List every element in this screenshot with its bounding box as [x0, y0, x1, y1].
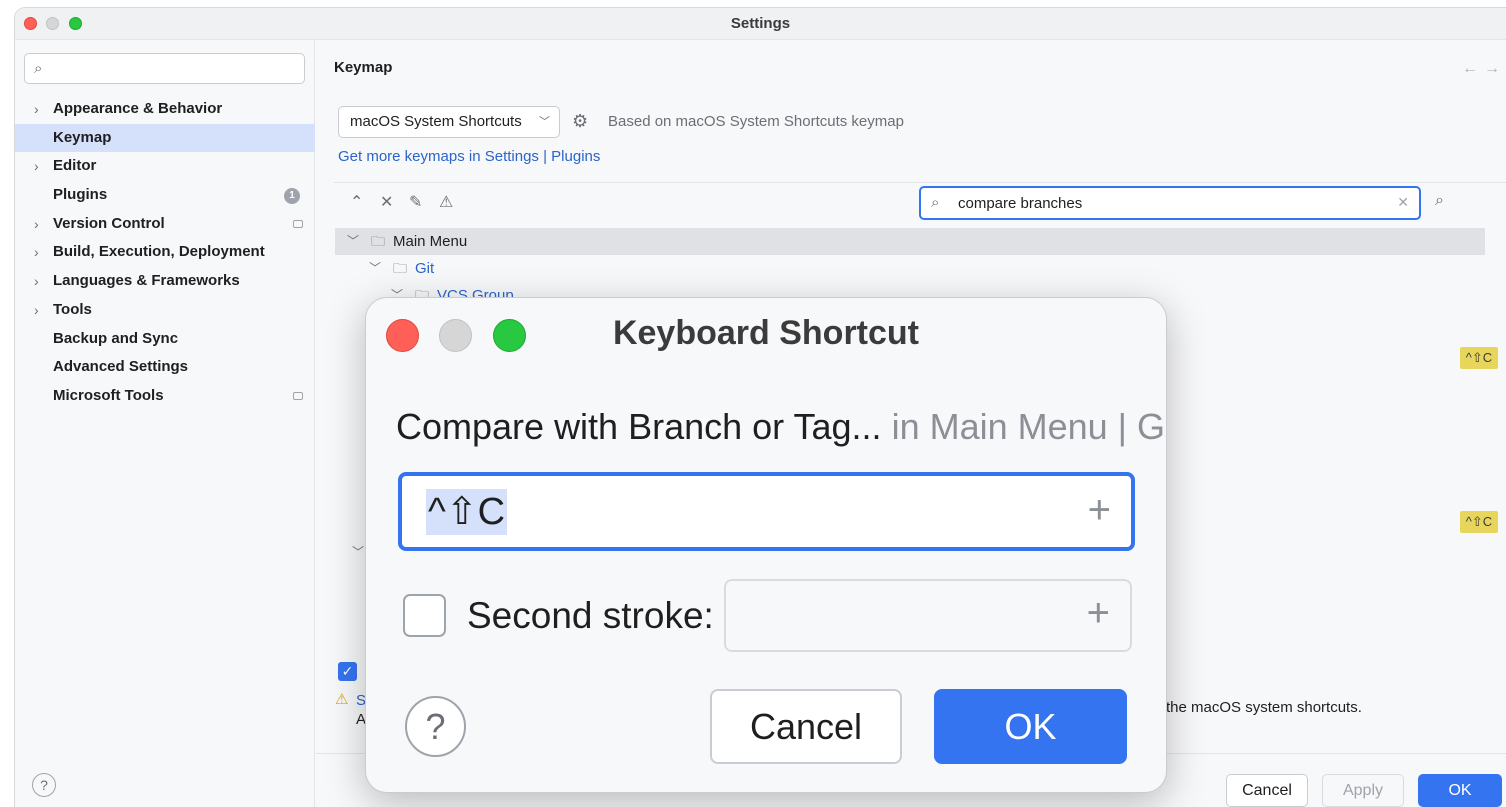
sidebar-item-microsoft-tools[interactable]: Microsoft Tools: [15, 382, 315, 411]
chevron-down-icon[interactable]: ﹀: [369, 255, 381, 282]
second-stroke-checkbox[interactable]: [403, 594, 446, 637]
divider: [334, 182, 1506, 183]
folder-icon: 🗀: [393, 260, 407, 276]
keymap-filter-input[interactable]: ⌕ compare branches ✕: [919, 186, 1421, 220]
second-stroke-label: Second stroke:: [467, 595, 714, 636]
sidebar-item-appearance[interactable]: › Appearance & Behavior: [15, 95, 315, 124]
warning-icon: ⚠: [335, 691, 349, 708]
collapse-all-icon[interactable]: ✕: [380, 192, 393, 212]
sidebar-item-label: Microsoft Tools: [53, 386, 164, 404]
sidebar-item-label: Appearance & Behavior: [53, 100, 223, 117]
chevron-right-icon[interactable]: ›: [34, 296, 39, 325]
filter-value: compare branches: [958, 195, 1083, 212]
sidebar-item-advanced[interactable]: Advanced Settings: [15, 353, 315, 382]
warning-filter-icon[interactable]: ⚠: [439, 192, 453, 212]
help-button[interactable]: ?: [32, 773, 56, 797]
keymap-select[interactable]: macOS System Shortcuts ﹀: [338, 106, 560, 138]
first-stroke-field[interactable]: ^⇧C +: [398, 472, 1135, 551]
second-stroke-field[interactable]: +: [724, 579, 1132, 652]
expand-all-icon[interactable]: ⌃: [350, 192, 363, 212]
title-bar: Settings: [15, 8, 1506, 40]
chevron-down-icon: ﹀: [539, 116, 550, 128]
tree-row[interactable]: ﹀ 🗀 Main Menu: [335, 228, 1485, 255]
settings-search-input[interactable]: ⌕: [24, 53, 305, 84]
sidebar-item-keymap[interactable]: Keymap: [15, 123, 315, 153]
sidebar-item-version-control[interactable]: › Version Control: [15, 210, 315, 239]
page-title: Keymap: [334, 59, 393, 76]
keyboard-shortcut-dialog: Keyboard Shortcut Compare with Branch or…: [365, 297, 1167, 793]
based-on-text: Based on macOS System Shortcuts keymap: [608, 113, 904, 130]
settings-sidebar: ⌕ › Appearance & Behavior Keymap › Edito…: [15, 40, 315, 807]
sidebar-item-label: Tools: [53, 300, 92, 318]
forward-arrow-icon[interactable]: →: [1484, 60, 1506, 77]
link-separator: |: [543, 148, 547, 165]
sidebar-item-label: Build, Execution, Deployment: [53, 243, 265, 261]
sidebar-item-label: Plugins: [53, 186, 108, 204]
window-title: Settings: [730, 15, 791, 32]
chevron-down-icon[interactable]: ﹀: [347, 228, 359, 255]
dialog-ok-button[interactable]: OK: [934, 689, 1127, 764]
dialog-title: Keyboard Shortcut: [612, 314, 920, 352]
find-by-shortcut-icon[interactable]: ⌕: [1435, 192, 1444, 210]
sidebar-item-label: Backup and Sync: [53, 329, 179, 347]
chevron-right-icon[interactable]: ›: [34, 95, 39, 124]
project-level-icon: [293, 219, 303, 228]
cancel-button[interactable]: Cancel: [1226, 774, 1308, 807]
tree-row[interactable]: ﹀ 🗀 Git: [335, 255, 1485, 282]
history-nav: ←→: [1462, 60, 1506, 78]
folder-icon: 🗀: [371, 233, 385, 249]
edit-icon[interactable]: ✎: [409, 192, 422, 212]
sidebar-item-languages[interactable]: › Languages & Frameworks: [15, 267, 315, 296]
tree-row-label: Main Menu: [393, 233, 468, 250]
back-arrow-icon[interactable]: ←: [1462, 60, 1484, 77]
get-more-keymaps-link[interactable]: Get more keymaps in Settings: [338, 148, 539, 165]
chevron-right-icon[interactable]: ›: [34, 238, 39, 267]
action-context: in Main Menu | G: [881, 406, 1166, 447]
keymap-links: Get more keymaps in Settings | Plugins: [338, 148, 600, 165]
tree-row-label: Git: [415, 260, 435, 277]
plugins-link[interactable]: Plugins: [551, 148, 600, 165]
action-name: Compare with Branch or Tag... in Main Me…: [396, 406, 1165, 448]
sidebar-item-build[interactable]: › Build, Execution, Deployment: [15, 238, 315, 267]
chevron-right-icon[interactable]: ›: [34, 210, 39, 239]
action-label: Compare with Branch or Tag...: [396, 406, 882, 447]
clear-icon[interactable]: ✕: [1397, 194, 1409, 211]
ok-button[interactable]: OK: [1418, 774, 1502, 807]
plus-icon[interactable]: +: [1087, 591, 1110, 636]
sidebar-item-backup[interactable]: Backup and Sync: [15, 325, 315, 354]
plus-icon[interactable]: +: [1088, 488, 1111, 533]
sidebar-item-label: Languages & Frameworks: [53, 272, 240, 290]
project-level-icon: [293, 391, 303, 400]
search-icon: ⌕: [931, 194, 940, 211]
sidebar-item-tools[interactable]: › Tools: [15, 296, 315, 325]
dialog-help-button[interactable]: ?: [405, 696, 466, 757]
apply-button[interactable]: Apply: [1322, 774, 1404, 807]
sidebar-item-label: Editor: [53, 157, 97, 175]
dialog-cancel-button[interactable]: Cancel: [710, 689, 902, 764]
plugins-badge: 1: [284, 188, 300, 205]
shortcut-value: ^⇧C: [426, 489, 508, 535]
chevron-right-icon[interactable]: ›: [34, 267, 39, 296]
sidebar-item-plugins[interactable]: Plugins 1: [15, 181, 315, 210]
chevron-right-icon[interactable]: ›: [34, 152, 39, 181]
keymap-select-value: macOS System Shortcuts: [350, 113, 522, 130]
sidebar-item-label: Keymap: [53, 128, 112, 146]
shortcut-chip: ^⇧C: [1460, 347, 1498, 369]
chevron-down-icon[interactable]: ﹀: [352, 543, 364, 560]
search-icon: ⌕: [34, 60, 43, 77]
sidebar-item-label: Advanced Settings: [53, 358, 189, 376]
settings-nav: › Appearance & Behavior Keymap › Editor …: [15, 95, 315, 411]
warning-text-end: the macOS system shortcuts.: [1166, 699, 1362, 716]
sidebar-item-label: Version Control: [53, 214, 165, 232]
sidebar-item-editor[interactable]: › Editor: [15, 152, 315, 181]
override-checkbox[interactable]: ✓: [338, 662, 357, 681]
gear-icon[interactable]: ⚙: [572, 111, 588, 132]
shortcut-chip: ^⇧C: [1460, 511, 1498, 533]
